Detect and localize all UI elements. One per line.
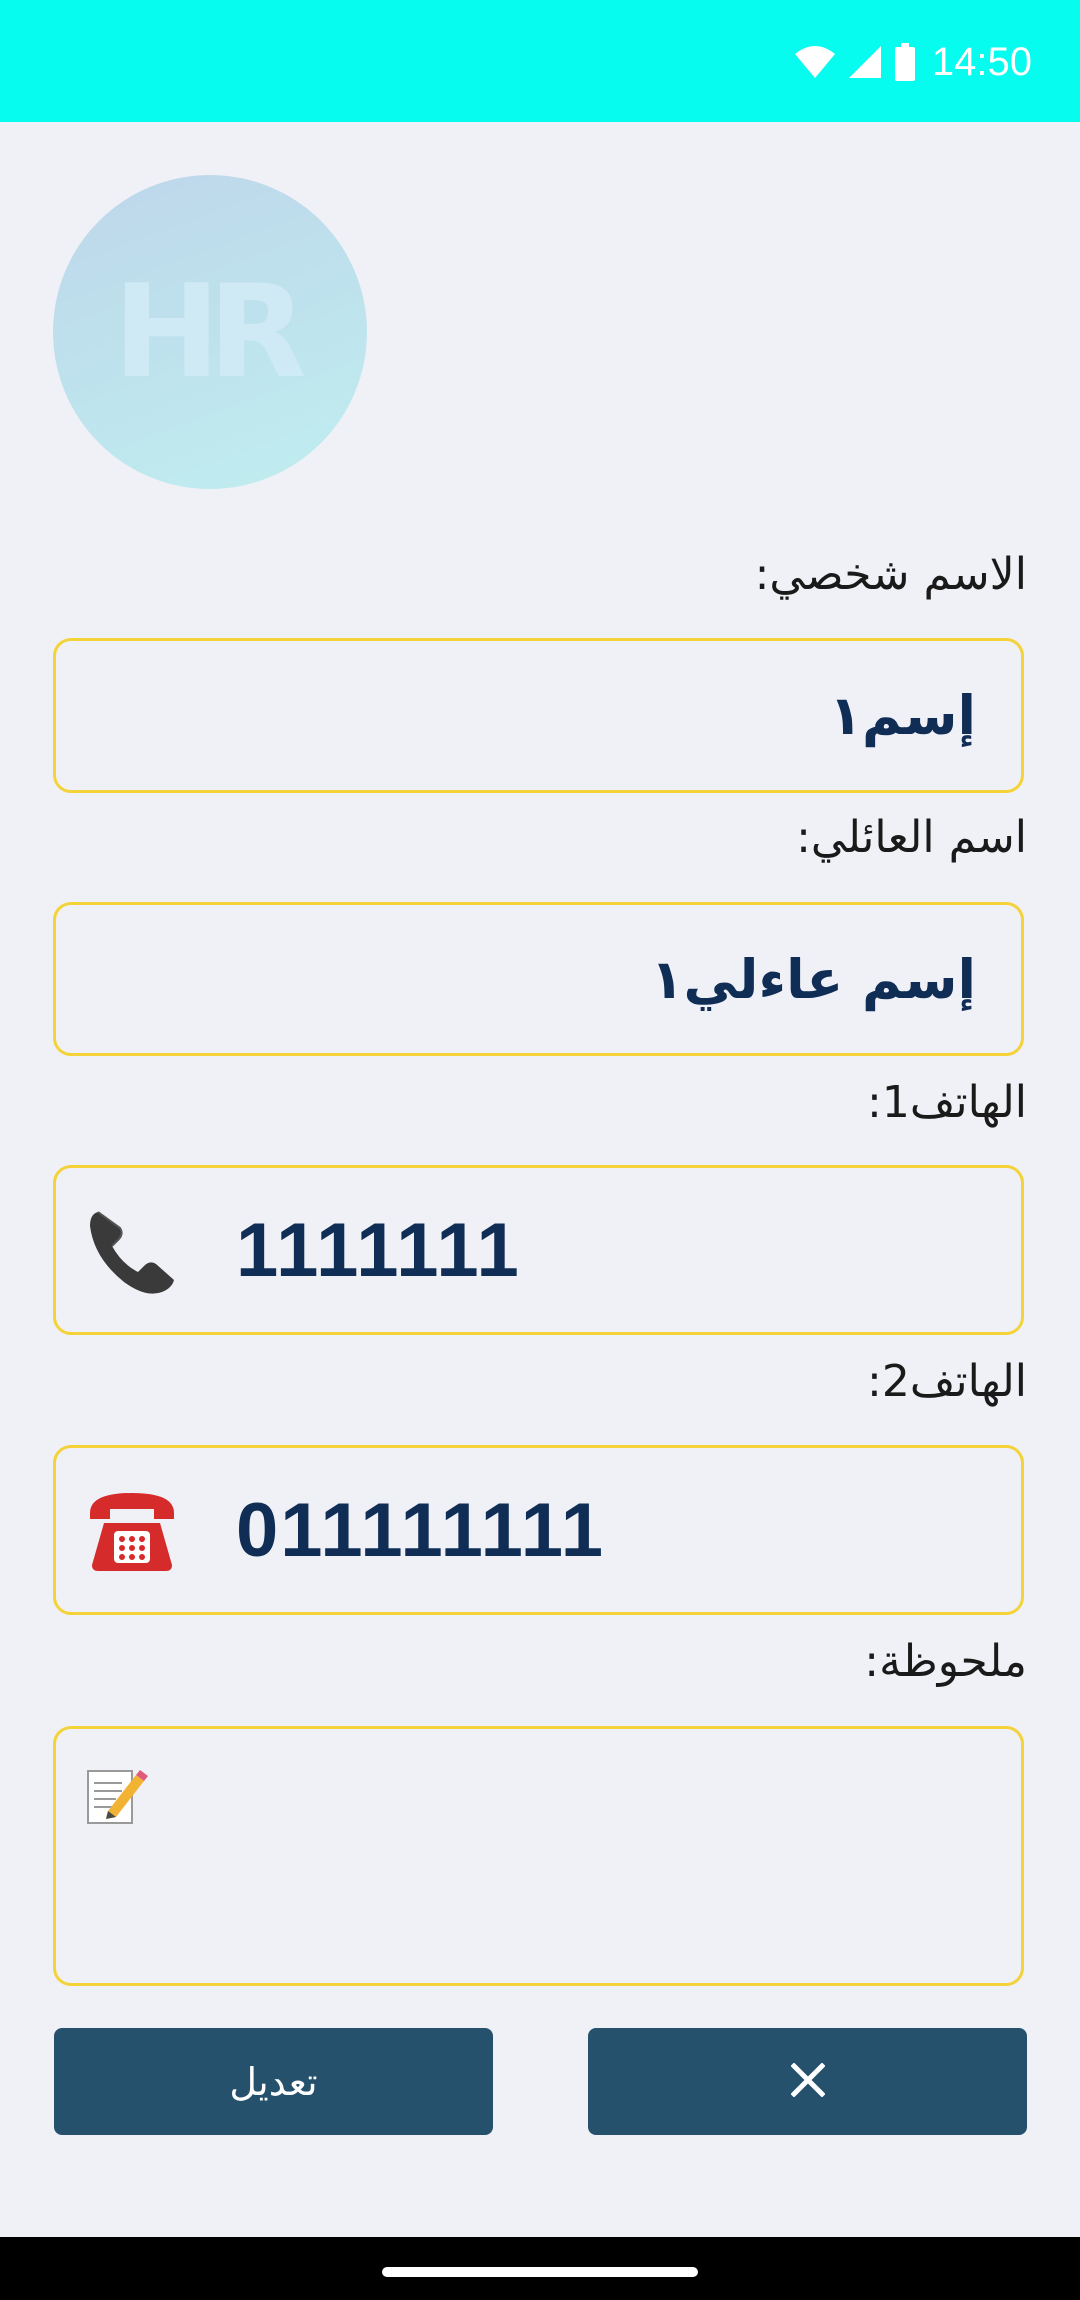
note-label: ملحوظة:	[864, 1636, 1027, 1687]
avatar[interactable]: HR	[53, 175, 367, 489]
last-name-label: اسم العائلي:	[796, 812, 1027, 863]
last-name-value: إسم عاءلي١	[650, 947, 976, 1011]
status-bar: 14:50	[0, 0, 1080, 122]
phone2-field[interactable]: 011111111	[53, 1445, 1024, 1615]
close-button[interactable]	[588, 2028, 1027, 2135]
first-name-label: الاسم شخصي:	[754, 549, 1027, 600]
first-name-value: إسم١	[829, 684, 976, 747]
wifi-icon	[794, 45, 836, 79]
phone2-value: 011111111	[236, 1487, 606, 1573]
phone1-value: 1111111	[236, 1207, 521, 1293]
memo-icon	[86, 1765, 148, 1829]
first-name-field[interactable]: إسم١	[53, 638, 1024, 793]
phone2-label: الهاتف2:	[867, 1356, 1027, 1407]
status-icons: 14:50	[794, 34, 1032, 90]
telephone-receiver-icon	[84, 1168, 180, 1332]
last-name-field[interactable]: إسم عاءلي١	[53, 902, 1024, 1056]
note-field[interactable]	[53, 1726, 1024, 1986]
close-icon	[789, 2061, 826, 2101]
home-gesture-handle[interactable]	[382, 2267, 698, 2277]
telephone-icon	[84, 1448, 180, 1612]
avatar-initials: HR	[113, 257, 307, 407]
edit-button-label: تعديل	[229, 2059, 318, 2104]
phone1-label: الهاتف1:	[867, 1077, 1027, 1128]
edit-button[interactable]: تعديل	[54, 2028, 493, 2135]
battery-icon	[894, 43, 916, 81]
clock: 14:50	[931, 39, 1032, 84]
signal-icon	[848, 45, 882, 79]
phone1-field[interactable]: 1111111	[53, 1165, 1024, 1335]
